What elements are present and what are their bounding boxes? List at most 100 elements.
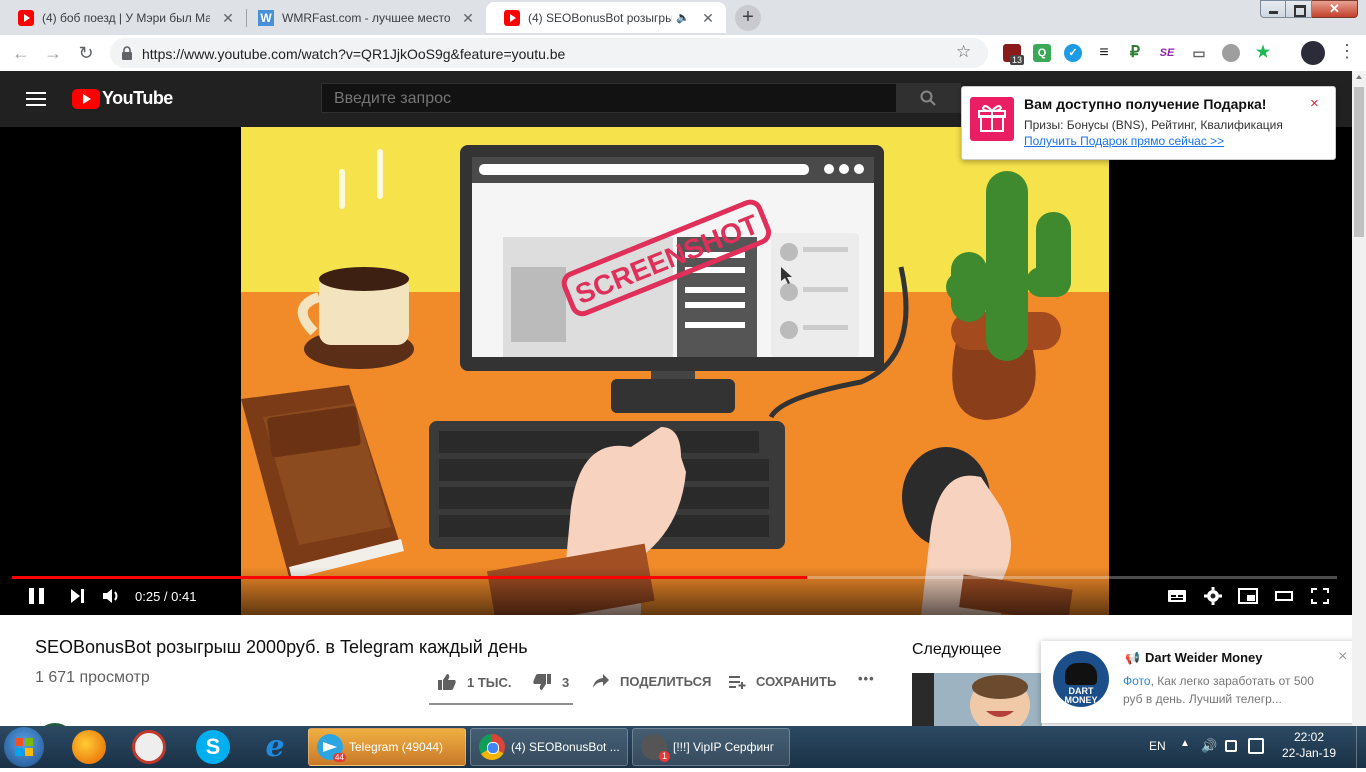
- search-button[interactable]: [897, 83, 961, 113]
- video-frame[interactable]: SCREENSHOT: [241, 127, 1109, 615]
- theater-mode-icon[interactable]: [1273, 587, 1295, 605]
- share-label: ПОДЕЛИТЬСЯ: [620, 673, 712, 689]
- profile-avatar[interactable]: [1301, 41, 1325, 65]
- language-indicator[interactable]: EN: [1149, 739, 1166, 753]
- new-tab-button[interactable]: +: [735, 5, 761, 31]
- add-to-playlist-icon: [729, 676, 746, 689]
- page-scrollbar[interactable]: [1352, 71, 1366, 726]
- gift-popup-close-button[interactable]: ×: [1310, 95, 1319, 112]
- dart-money-avatar: DART MONEY: [1053, 651, 1109, 707]
- notification-close-button[interactable]: ×: [1338, 648, 1347, 666]
- search-box[interactable]: [321, 83, 897, 113]
- taskbar-telegram-label: Telegram (49044): [349, 740, 444, 754]
- like-ratio-bar: [429, 703, 573, 705]
- video-title: SEOBonusBot розыгрыш 2000руб. в Telegram…: [35, 637, 528, 657]
- clock-date: 22-Jan-19: [1281, 746, 1337, 760]
- minimize-button[interactable]: [1260, 0, 1286, 18]
- taskbar-vipip[interactable]: [!!!] VipIP Серфинг 1: [632, 728, 790, 766]
- firefox-icon[interactable]: [72, 730, 106, 764]
- telegram-notification[interactable]: DART MONEY 📢 Dart Weider Money Фото, Как…: [1041, 641, 1357, 723]
- video-player[interactable]: SCREENSHOT 0:25 / 0:41: [0, 127, 1352, 615]
- notification-message: Фото, Как легко заработать от 500 руб в …: [1123, 672, 1335, 708]
- extension-check-icon[interactable]: ✓: [1064, 44, 1082, 62]
- volume-tray-icon[interactable]: 🔊: [1201, 738, 1217, 754]
- taskbar-telegram[interactable]: Telegram (49044) 44: [308, 728, 466, 766]
- windows-logo-icon: [15, 738, 33, 756]
- youtube-logo[interactable]: YouTube: [72, 88, 173, 109]
- time-separator: /: [160, 589, 172, 604]
- up-next-heading: Следующее: [912, 641, 1002, 658]
- save-button[interactable]: СОХРАНИТЬ: [728, 673, 836, 689]
- show-desktop-button[interactable]: [1356, 726, 1366, 768]
- network-icon[interactable]: [1248, 738, 1264, 754]
- scroll-up-arrow-icon[interactable]: [1356, 75, 1362, 79]
- up-next-thumbnail[interactable]: [912, 673, 1042, 726]
- more-actions-button[interactable]: •••: [858, 671, 875, 686]
- extension-star-icon[interactable]: ★: [1254, 44, 1272, 62]
- show-hidden-icons-icon[interactable]: ▲: [1180, 738, 1190, 749]
- volume-icon[interactable]: [100, 587, 122, 605]
- dislike-button[interactable]: 3: [532, 673, 569, 691]
- miniplayer-icon[interactable]: [1237, 587, 1259, 605]
- hamburger-menu-icon[interactable]: [26, 91, 46, 107]
- skype-icon[interactable]: S: [196, 730, 230, 764]
- tab-3-active[interactable]: (4) SEOBonusBot розыгрыш 🔈 ✕: [486, 2, 726, 33]
- close-tab-icon[interactable]: ✕: [460, 10, 476, 26]
- browser-toolbar: ← → ↻ https://www.youtube.com/watch?v=QR…: [0, 35, 1366, 72]
- progress-bar[interactable]: [12, 576, 1337, 579]
- reload-button[interactable]: ↻: [75, 42, 97, 64]
- share-button[interactable]: ПОДЕЛИТЬСЯ: [592, 673, 711, 689]
- internet-explorer-icon[interactable]: e: [258, 730, 292, 764]
- extension-monitor-icon[interactable]: ▭: [1190, 44, 1208, 62]
- forward-button[interactable]: →: [42, 42, 64, 64]
- bookmark-star-icon[interactable]: ☆: [956, 42, 971, 62]
- scrollbar-thumb[interactable]: [1354, 87, 1364, 237]
- telegram-unread-badge: 44: [333, 753, 346, 762]
- next-video-icon[interactable]: [66, 587, 88, 605]
- chrome-menu-icon[interactable]: ⋮: [1338, 41, 1356, 62]
- action-center-icon[interactable]: [1225, 740, 1237, 752]
- channel-name: Dart Weider Money: [1145, 650, 1263, 665]
- gift-icon: [970, 97, 1014, 141]
- dislike-count: 3: [562, 674, 570, 690]
- clock[interactable]: 22:02 22-Jan-19: [1272, 730, 1346, 760]
- save-label: СОХРАНИТЬ: [756, 673, 837, 689]
- close-tab-icon[interactable]: ✕: [700, 10, 716, 26]
- avatar-text: DART MONEY: [1064, 686, 1098, 705]
- time-current: 0:25: [135, 589, 161, 604]
- extension-globe-icon[interactable]: [1222, 44, 1240, 62]
- start-button[interactable]: [4, 727, 44, 767]
- tab-title: WMRFast.com - лучшее место д: [282, 10, 450, 25]
- extension-list-icon[interactable]: ≡: [1095, 44, 1113, 62]
- taskbar-vipip-label: [!!!] VipIP Серфинг: [673, 740, 775, 754]
- message-text: , Как легко заработать от 500 руб в день…: [1123, 674, 1314, 706]
- wmrfast-icon: W: [258, 9, 274, 26]
- search-icon: [920, 90, 936, 106]
- windows-taskbar: S e Telegram (49044) 44 (4) SEOBonusBot …: [0, 726, 1366, 768]
- taskbar-chrome[interactable]: (4) SEOBonusBot ...: [470, 728, 628, 766]
- back-button[interactable]: ←: [10, 42, 32, 64]
- extension-badge: 13: [1010, 55, 1025, 65]
- settings-gear-icon[interactable]: [1202, 587, 1224, 605]
- like-button[interactable]: 1 ТЫС.: [437, 673, 512, 691]
- extension-ruble-icon[interactable]: ₽: [1126, 44, 1144, 62]
- youtube-play-logo-icon: [72, 88, 100, 109]
- fullscreen-icon[interactable]: [1309, 587, 1331, 605]
- gift-popup-link[interactable]: Получить Подарок прямо сейчас >>: [1024, 134, 1224, 148]
- subtitles-icon[interactable]: [1166, 587, 1188, 605]
- gift-notification: Вам доступно получение Подарка! Призы: Б…: [961, 86, 1336, 160]
- tab-1[interactable]: (4) боб поезд | У Мэри был Ма ✕: [0, 2, 246, 33]
- progress-played: [12, 576, 807, 579]
- tab-2[interactable]: W WMRFast.com - лучшее место д ✕: [240, 2, 486, 33]
- pause-icon[interactable]: [26, 587, 48, 605]
- audio-playing-icon[interactable]: 🔈: [676, 11, 690, 24]
- extension-q-icon[interactable]: Q: [1033, 44, 1051, 62]
- pinned-app-icon[interactable]: [132, 730, 166, 764]
- close-tab-icon[interactable]: ✕: [220, 10, 236, 26]
- omnibox[interactable]: https://www.youtube.com/watch?v=QR1JjkOo…: [110, 38, 988, 68]
- extension-se-icon[interactable]: SE: [1158, 44, 1176, 62]
- search-input[interactable]: [332, 89, 876, 109]
- time-total: 0:41: [171, 589, 197, 604]
- close-window-button[interactable]: ✕: [1312, 0, 1358, 18]
- restore-button[interactable]: [1286, 0, 1312, 18]
